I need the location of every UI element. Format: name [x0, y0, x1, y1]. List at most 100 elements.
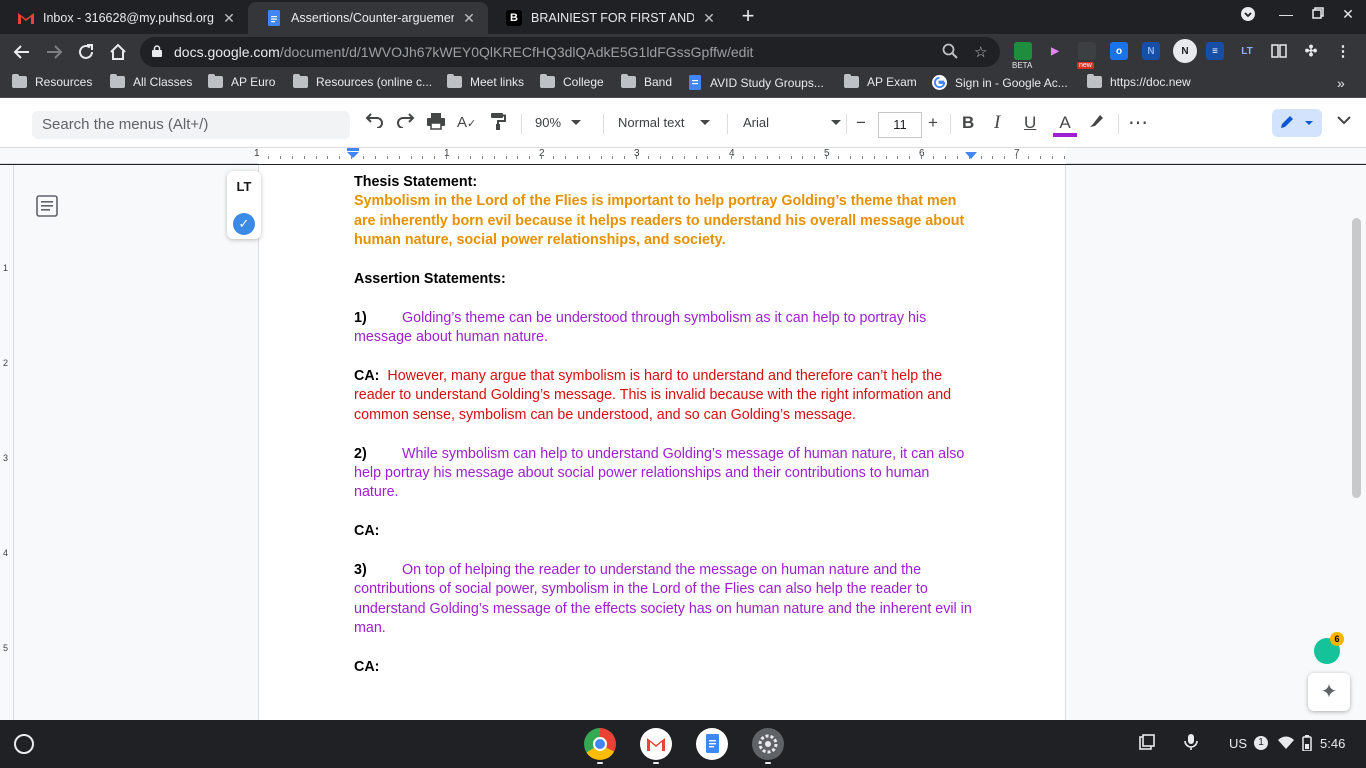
- gmail-icon[interactable]: [640, 728, 672, 760]
- languagetool-panel: LT ✓: [227, 171, 261, 239]
- ca-label: CA:: [354, 523, 380, 540]
- tab-brainiest[interactable]: B BRAINIEST FOR FIRST AND MOS ✕: [488, 2, 728, 34]
- font-select[interactable]: Arial: [743, 115, 842, 130]
- style-select[interactable]: Normal text: [618, 115, 711, 130]
- ruler-tick: [791, 156, 792, 159]
- chrome-icon[interactable]: [584, 728, 616, 760]
- launcher-icon[interactable]: [14, 734, 34, 754]
- back-icon[interactable]: [10, 40, 34, 64]
- bookmark-ap-exam[interactable]: AP Exam: [844, 74, 917, 89]
- reload-icon[interactable]: [74, 40, 98, 64]
- spellcheck-icon[interactable]: A✓: [457, 112, 476, 135]
- decrease-font-icon[interactable]: −: [856, 112, 866, 134]
- bold-button[interactable]: B: [962, 112, 974, 134]
- bookmark-resources-online[interactable]: Resources (online c...: [293, 74, 432, 89]
- ruler-tick: [339, 156, 340, 159]
- extension-lt-icon[interactable]: LT: [1238, 42, 1256, 60]
- increase-font-icon[interactable]: +: [928, 112, 938, 134]
- bookmark-band[interactable]: Band: [621, 74, 672, 89]
- check-icon[interactable]: ✓: [233, 213, 255, 235]
- undo-icon[interactable]: [364, 112, 384, 134]
- extension-n-icon[interactable]: N: [1142, 42, 1160, 60]
- document-canvas[interactable]: 1 2 3 4 5 LT ✓ Thesis Statement: Symboli…: [0, 165, 1366, 720]
- new-tab-button[interactable]: +: [737, 5, 759, 27]
- close-tab-icon[interactable]: ✕: [220, 10, 238, 27]
- redo-icon[interactable]: [396, 112, 416, 134]
- explore-button[interactable]: ✦: [1308, 673, 1350, 711]
- right-indent-marker[interactable]: [964, 152, 978, 162]
- bookmark-doc-new[interactable]: https://doc.new: [1087, 74, 1191, 89]
- bookmarks-overflow-icon[interactable]: »: [1337, 75, 1345, 91]
- tab-search-icon[interactable]: [1237, 6, 1259, 25]
- underline-button[interactable]: U: [1024, 112, 1036, 134]
- bookmark-avid[interactable]: AVID Study Groups...: [689, 75, 824, 90]
- text-color-button[interactable]: A: [1053, 112, 1077, 137]
- home-icon[interactable]: [106, 40, 130, 64]
- languagetool-logo[interactable]: LT: [233, 179, 255, 194]
- browser-toolbar: docs.google.com/document/d/1WVOJh67kWEY0…: [0, 34, 1366, 70]
- vertical-scrollbar[interactable]: [1352, 218, 1361, 498]
- italic-button[interactable]: I: [994, 112, 1000, 134]
- ruler-tick: [363, 156, 364, 159]
- left-indent-marker[interactable]: [346, 148, 360, 160]
- close-window-icon[interactable]: ✕: [1337, 6, 1359, 23]
- minimize-icon[interactable]: —: [1275, 6, 1297, 22]
- star-icon[interactable]: ☆: [974, 43, 987, 61]
- collapse-menus-icon[interactable]: [1336, 112, 1352, 134]
- counter-argument-1: CA: However, many argue that symbolism i…: [354, 367, 974, 425]
- notification-count[interactable]: 1: [1254, 736, 1268, 750]
- tab-inbox[interactable]: Inbox - 316628@my.puhsd.org - ✕: [0, 2, 248, 34]
- bookmark-google-signin[interactable]: Sign in - Google Ac...: [932, 75, 1068, 90]
- zoom-search-icon[interactable]: [942, 43, 958, 63]
- document-body[interactable]: Thesis Statement: Symbolism in the Lord …: [354, 173, 974, 677]
- tab-assertions[interactable]: Assertions/Counter-arguements ✕: [248, 2, 488, 34]
- extension-docs-icon[interactable]: ≡: [1206, 42, 1224, 60]
- forward-icon[interactable]: [42, 40, 66, 64]
- battery-icon[interactable]: [1302, 735, 1312, 754]
- bookmark-ap-euro[interactable]: AP Euro: [208, 74, 275, 89]
- font-size-input[interactable]: 11: [878, 112, 922, 138]
- bookmark-college[interactable]: College: [540, 74, 604, 89]
- menu-search-input[interactable]: Search the menus (Alt+/): [32, 111, 350, 139]
- extension-o-icon[interactable]: o: [1110, 42, 1128, 60]
- ruler-number: 1: [254, 148, 260, 159]
- ruler-number: 6: [919, 148, 925, 159]
- close-tab-icon[interactable]: ✕: [460, 10, 478, 27]
- chevron-down-icon: [831, 120, 842, 125]
- folder-icon: [540, 74, 555, 88]
- running-indicator: [597, 762, 603, 764]
- paint-format-icon[interactable]: [489, 112, 507, 136]
- highlight-icon[interactable]: [1087, 112, 1105, 136]
- clock[interactable]: 5:46: [1320, 736, 1345, 751]
- settings-icon[interactable]: [752, 728, 784, 760]
- maximize-icon[interactable]: [1307, 6, 1329, 22]
- bookmark-meet-links[interactable]: Meet links: [447, 74, 524, 89]
- address-bar[interactable]: docs.google.com/document/d/1WVOJh67kWEY0…: [140, 37, 1000, 67]
- close-tab-icon[interactable]: ✕: [700, 10, 718, 27]
- chrome-menu-icon[interactable]: ⋮: [1334, 42, 1352, 60]
- microphone-icon[interactable]: [1184, 734, 1198, 753]
- print-icon[interactable]: [426, 112, 446, 136]
- zoom-select[interactable]: 90%: [535, 115, 582, 130]
- wifi-icon[interactable]: [1278, 736, 1294, 752]
- extension-play-icon[interactable]: ▶: [1046, 42, 1064, 60]
- document-outline-icon[interactable]: [36, 195, 58, 217]
- extension-beta-icon[interactable]: [1014, 42, 1032, 60]
- ruler-tick: [553, 156, 554, 159]
- extension-hat-icon[interactable]: [1078, 42, 1096, 60]
- folder-icon: [110, 74, 125, 88]
- reading-list-icon[interactable]: [1270, 42, 1288, 60]
- holding-space-icon[interactable]: [1139, 734, 1155, 753]
- ruler-tick: [624, 156, 625, 159]
- editing-mode-button[interactable]: [1272, 109, 1322, 137]
- system-shelf: US 1 5:46: [0, 720, 1366, 768]
- docs-icon[interactable]: [696, 728, 728, 760]
- profile-avatar[interactable]: N: [1173, 39, 1197, 63]
- toolbar-divider: [1118, 114, 1119, 134]
- more-options-button[interactable]: ⋯: [1128, 112, 1148, 134]
- keyboard-locale[interactable]: US: [1229, 736, 1247, 751]
- ruler-tick: [422, 156, 423, 159]
- extensions-puzzle-icon[interactable]: ✣: [1302, 42, 1320, 60]
- bookmark-resources[interactable]: Resources: [12, 74, 92, 89]
- bookmark-all-classes[interactable]: All Classes: [110, 74, 192, 89]
